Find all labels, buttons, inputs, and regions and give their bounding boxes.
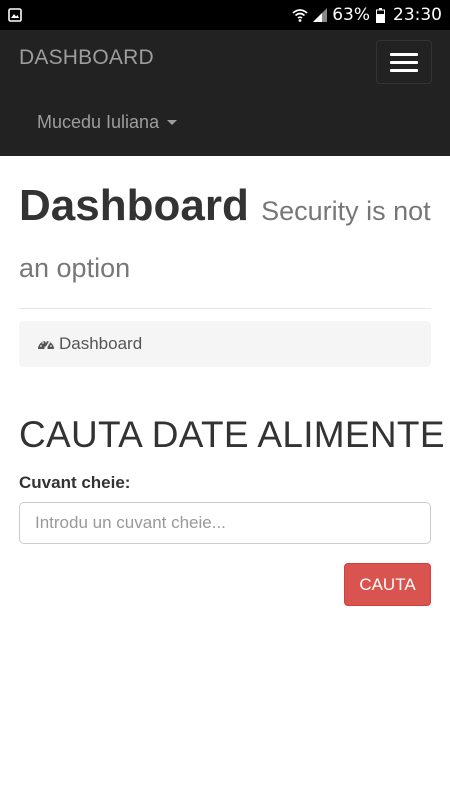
user-name: Mucedu Iuliana <box>37 112 160 132</box>
hamburger-menu-button[interactable] <box>376 40 432 84</box>
breadcrumb-item-dashboard[interactable]: Dashboard <box>59 334 142 354</box>
battery-percent: 63% <box>332 5 370 25</box>
user-dropdown[interactable]: Mucedu Iuliana <box>37 112 178 133</box>
hamburger-menu-icon <box>390 53 418 56</box>
dashboard-icon <box>38 340 54 350</box>
page-title: Dashboard Security is not an option <box>19 181 431 287</box>
search-button[interactable]: CAUTA <box>344 563 431 606</box>
page-title-text: Dashboard <box>19 181 249 230</box>
hamburger-menu-icon <box>390 69 418 72</box>
keyword-label: Cuvant cheie: <box>19 473 131 492</box>
navbar-brand[interactable]: DASHBOARD <box>19 46 154 70</box>
caret-down-icon <box>167 120 178 125</box>
keyword-input[interactable] <box>19 502 431 544</box>
hamburger-menu-icon <box>390 61 418 64</box>
clock: 23:30 <box>393 5 442 25</box>
battery-icon <box>376 7 385 23</box>
gallery-icon <box>8 8 22 22</box>
status-bar: 63% 23:30 <box>0 0 450 30</box>
wifi-icon <box>292 9 308 22</box>
breadcrumb: Dashboard <box>19 321 431 367</box>
section-title: CAUTA DATE ALIMENTE <box>19 414 445 455</box>
signal-icon <box>313 8 328 22</box>
status-right: 63% 23:30 <box>292 4 442 26</box>
page-header: Dashboard Security is not an option <box>19 180 431 309</box>
top-navbar: DASHBOARD Mucedu Iuliana <box>0 30 450 156</box>
